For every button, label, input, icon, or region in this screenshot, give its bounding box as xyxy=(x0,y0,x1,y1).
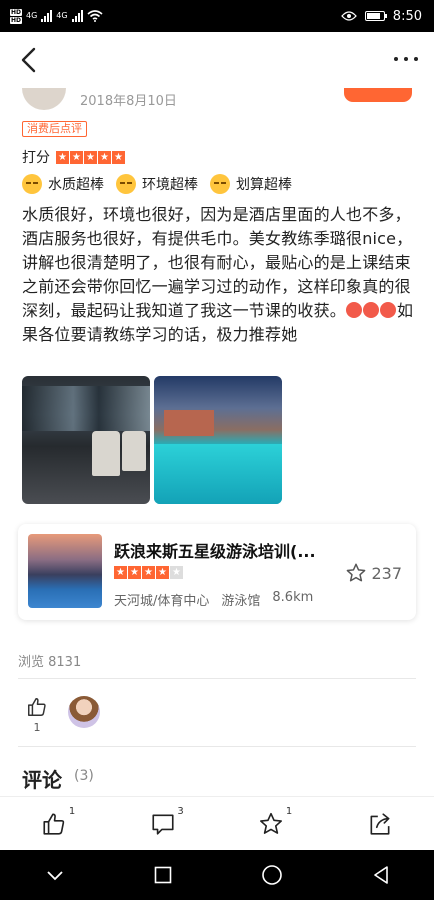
thumbs-up-icon xyxy=(28,698,46,716)
chevron-down-icon[interactable] xyxy=(45,868,65,882)
star-outline-icon xyxy=(260,812,283,834)
more-options-icon[interactable] xyxy=(394,52,418,66)
star-icon: ★ xyxy=(98,150,111,164)
status-time: 8:50 xyxy=(392,8,422,24)
praise-label: 划算超棒 xyxy=(236,177,292,193)
comments-count: (3) xyxy=(74,768,94,784)
star-icon: ★ xyxy=(56,150,69,164)
battery-icon xyxy=(364,11,387,21)
star-empty-icon: ★ xyxy=(170,566,183,579)
system-nav-bar xyxy=(0,850,434,900)
blush-emoji-icon xyxy=(380,302,397,318)
recents-icon[interactable] xyxy=(154,866,172,884)
blush-emoji-icon xyxy=(346,302,363,318)
praise-label: 环境超棒 xyxy=(142,177,198,193)
star-icon: ★ xyxy=(70,150,83,164)
like-button[interactable]: 1 xyxy=(26,696,48,734)
eye-icon xyxy=(340,11,357,21)
shop-distance: 8.6km xyxy=(272,590,314,605)
star-icon: ★ xyxy=(112,150,125,164)
favorite-action-button[interactable]: 1 xyxy=(256,806,292,839)
like-action-count: 1 xyxy=(68,805,76,817)
favorite-action-count: 1 xyxy=(285,805,293,817)
network2-label: 4G xyxy=(56,11,68,20)
back-icon[interactable] xyxy=(16,46,42,74)
star-icon: ★ xyxy=(142,566,155,579)
review-photos xyxy=(22,376,282,504)
praise-item: 环境超棒 xyxy=(116,174,198,194)
divider xyxy=(18,746,416,747)
shop-area: 天河城/体育中心 xyxy=(114,594,210,609)
shop-thumbnail xyxy=(28,534,102,608)
shop-favorite-count: 237 xyxy=(371,563,402,583)
shop-name: 跃浪来斯五星级游泳培训(... xyxy=(114,542,316,561)
comment-action-count: 3 xyxy=(177,805,184,817)
back-triangle-icon[interactable] xyxy=(372,865,390,885)
review-photo[interactable] xyxy=(22,376,150,504)
shop-card[interactable]: 跃浪来斯五星级游泳培训(... ★ ★ ★ ★ ★ 天河城/体育中心 游泳馆 8… xyxy=(18,524,416,620)
rating-row: 打分 ★ ★ ★ ★ ★ xyxy=(22,147,125,167)
comment-icon xyxy=(152,814,174,835)
shop-meta: 天河城/体育中心 游泳馆 8.6km xyxy=(114,590,313,609)
rating-stars: ★ ★ ★ ★ ★ xyxy=(56,150,125,164)
share-icon xyxy=(370,812,390,835)
liker-avatar[interactable] xyxy=(68,696,100,728)
network1-label: 4G xyxy=(26,11,38,20)
home-icon[interactable] xyxy=(261,864,283,886)
star-icon: ★ xyxy=(156,566,169,579)
rating-label: 打分 xyxy=(22,150,50,166)
smile-emoji-icon xyxy=(210,174,230,194)
review-tag: 消费后点评 xyxy=(22,121,87,137)
praise-row: 水质超棒 环境超棒 划算超棒 xyxy=(22,174,292,194)
wifi-icon xyxy=(87,10,103,22)
praise-label: 水质超棒 xyxy=(48,177,104,193)
praise-item: 水质超棒 xyxy=(22,174,104,194)
star-icon: ★ xyxy=(114,566,127,579)
like-count: 1 xyxy=(33,721,41,734)
praise-item: 划算超棒 xyxy=(210,174,292,194)
sim-indicators: HD HD xyxy=(10,8,22,24)
star-icon: ★ xyxy=(128,566,141,579)
review-date: 2018年8月10日 xyxy=(80,94,177,109)
status-bar: HD HD 4G 4G 8:50 xyxy=(0,0,434,32)
review-text: 水质很好，环境也很好，因为是酒店里面的人也不多，酒店服务也很好，有提供毛巾。美女… xyxy=(22,203,416,347)
share-action-button[interactable] xyxy=(365,809,395,839)
signal2-icon xyxy=(71,10,83,22)
sim2-badge: HD xyxy=(10,16,22,24)
thumbs-up-icon xyxy=(43,812,65,835)
star-icon: ★ xyxy=(84,150,97,164)
star-outline-icon xyxy=(347,563,366,582)
top-nav xyxy=(0,32,434,88)
review-photo[interactable] xyxy=(154,376,282,504)
divider xyxy=(18,678,416,679)
like-action-button[interactable]: 1 xyxy=(39,806,75,839)
bottom-action-bar: 1 3 1 xyxy=(0,796,434,850)
signal1-icon xyxy=(41,10,53,22)
comment-action-button[interactable]: 3 xyxy=(148,806,184,839)
sim1-badge: HD xyxy=(10,8,22,16)
shop-stars: ★ ★ ★ ★ ★ xyxy=(114,566,183,579)
comments-title: 评论 xyxy=(22,768,62,792)
smile-emoji-icon xyxy=(116,174,136,194)
shop-category: 游泳馆 xyxy=(221,594,261,609)
view-count: 浏览 8131 xyxy=(18,655,82,670)
smile-emoji-icon xyxy=(22,174,42,194)
blush-emoji-icon xyxy=(363,302,380,318)
shop-favorite-button[interactable]: 237 xyxy=(345,562,402,584)
